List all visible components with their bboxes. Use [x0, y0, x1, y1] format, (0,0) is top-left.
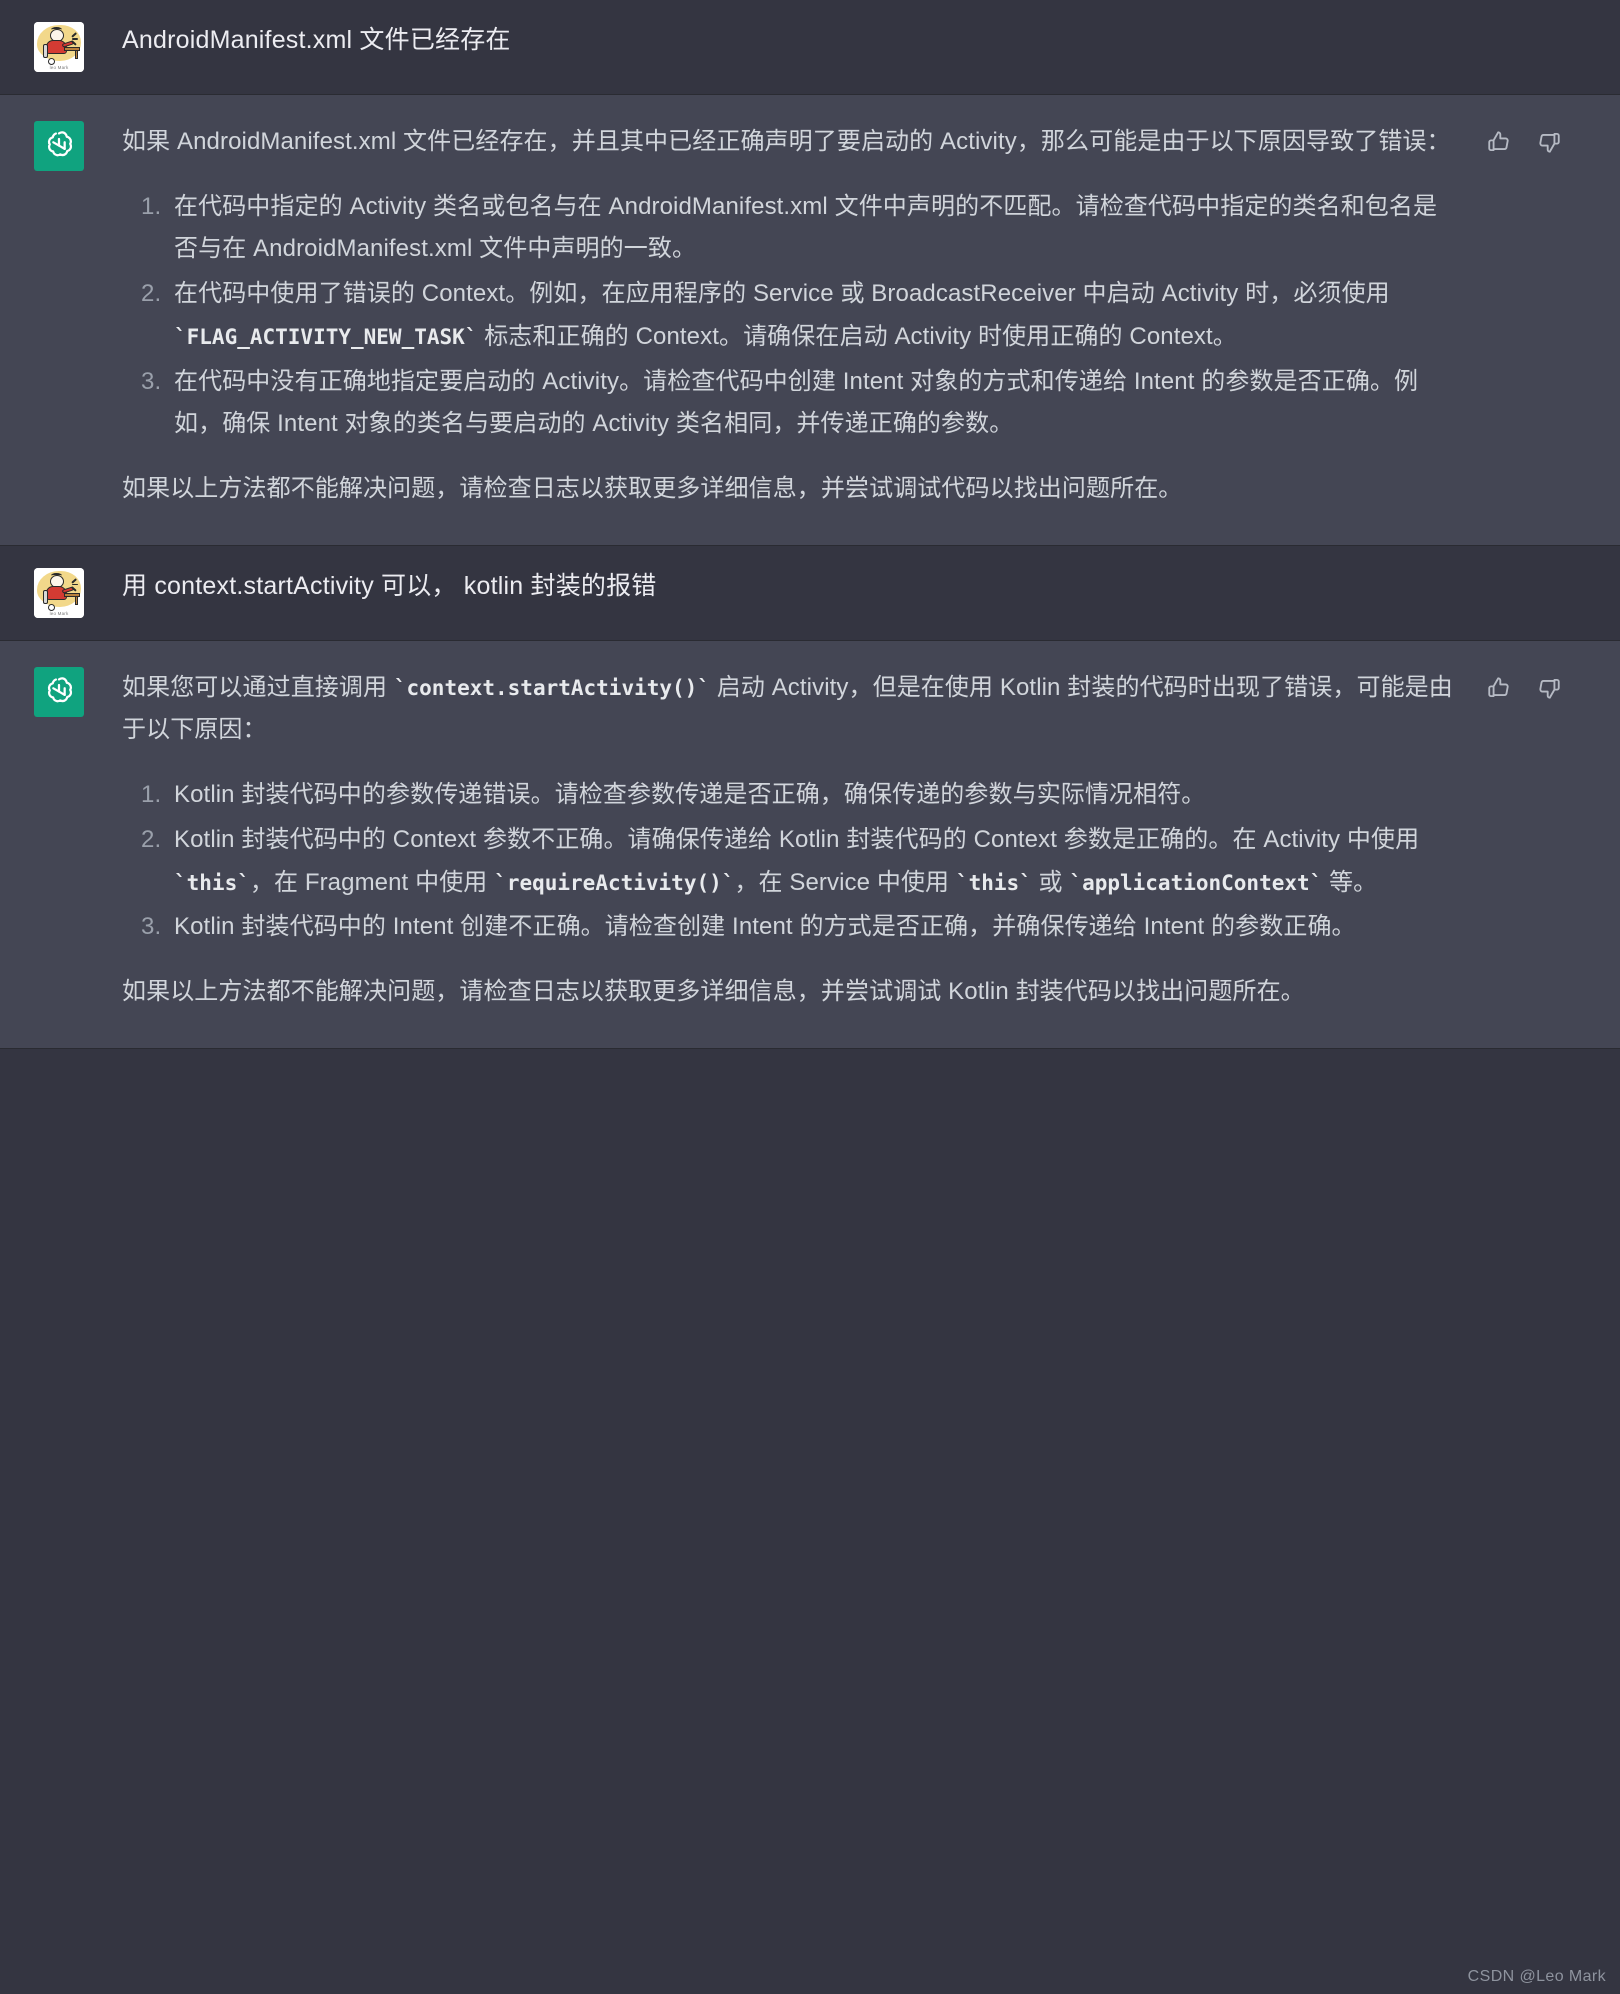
assistant-list-2: Kotlin 封装代码中的参数传递错误。请检查参数传递是否正确，确保传递的参数与…: [122, 774, 1460, 949]
assistant-message-body-1: 如果 AndroidManifest.xml 文件已经存在，并且其中已经正确声明…: [122, 121, 1580, 511]
thumbs-up-icon[interactable]: [1486, 675, 1512, 701]
message-row-user-2: leo Mark 用 context.startActivity 可以， kot…: [0, 545, 1620, 640]
list-item: 在代码中使用了错误的 Context。例如，在应用程序的 Service 或 B…: [168, 273, 1460, 358]
thumbs-up-icon[interactable]: [1486, 129, 1512, 155]
user-avatar: leo Mark: [34, 567, 84, 618]
inline-code: `context.startActivity()`: [393, 675, 710, 700]
assistant-outro-paragraph-2: 如果以上方法都不能解决问题，请检查日志以获取更多详细信息，并尝试调试 Kotli…: [122, 978, 1305, 1006]
list-item: 在代码中没有正确地指定要启动的 Activity。请检查代码中创建 Intent…: [168, 361, 1460, 446]
feedback-controls-2: [1486, 675, 1562, 701]
chat-conversation: leo Mark AndroidManifest.xml 文件已经存在 如果 A…: [0, 0, 1620, 1049]
inline-code: `this`: [174, 870, 250, 895]
message-row-assistant-2: 如果您可以通过直接调用 `context.startActivity()` 启动…: [0, 639, 1620, 1049]
list-item: Kotlin 封装代码中的 Intent 创建不正确。请检查创建 Intent …: [168, 906, 1460, 949]
thumbs-down-icon[interactable]: [1536, 129, 1562, 155]
user-message-body: 用 context.startActivity 可以， kotlin 封装的报错: [122, 568, 1580, 606]
list-item: Kotlin 封装代码中的 Context 参数不正确。请确保传递给 Kotli…: [168, 819, 1460, 904]
user-message-text-2: 用 context.startActivity 可以， kotlin 封装的报错: [122, 571, 657, 600]
user-message-body: AndroidManifest.xml 文件已经存在: [122, 22, 1580, 60]
openai-logo-icon: [42, 675, 76, 709]
assistant-message-body-2: 如果您可以通过直接调用 `context.startActivity()` 启动…: [122, 667, 1580, 1014]
csdn-watermark: CSDN @Leo Mark: [1467, 1968, 1606, 1985]
inline-code: `this`: [955, 870, 1032, 895]
assistant-intro-paragraph-2: 如果您可以通过直接调用 `context.startActivity()` 启动…: [122, 673, 1453, 744]
message-row-user-1: leo Mark AndroidManifest.xml 文件已经存在: [0, 0, 1620, 94]
user-avatar-caption: leo Mark: [49, 610, 69, 616]
inline-code: `applicationContext`: [1069, 870, 1323, 895]
inline-code: `FLAG_ACTIVITY_NEW_TASK`: [174, 324, 478, 349]
list-item: Kotlin 封装代码中的参数传递错误。请检查参数传递是否正确，确保传递的参数与…: [168, 774, 1460, 817]
assistant-intro-paragraph-1: 如果 AndroidManifest.xml 文件已经存在，并且其中已经正确声明…: [122, 128, 1451, 155]
list-item: 在代码中指定的 Activity 类名或包名与在 AndroidManifest…: [168, 186, 1460, 271]
user-avatar-caption: leo Mark: [49, 65, 69, 70]
message-row-assistant-1: 如果 AndroidManifest.xml 文件已经存在，并且其中已经正确声明…: [0, 94, 1620, 546]
user-avatar: leo Mark: [34, 22, 84, 72]
assistant-avatar: [34, 666, 84, 717]
user-message-text-1: AndroidManifest.xml 文件已经存在: [122, 26, 511, 54]
assistant-outro-paragraph-1: 如果以上方法都不能解决问题，请检查日志以获取更多详细信息，并尝试调试代码以找出问…: [122, 475, 1183, 503]
assistant-list-1: 在代码中指定的 Activity 类名或包名与在 AndroidManifest…: [122, 186, 1460, 446]
thumbs-down-icon[interactable]: [1536, 675, 1562, 701]
openai-logo-icon: [42, 129, 76, 163]
assistant-avatar: [34, 121, 84, 171]
inline-code: `requireActivity()`: [494, 870, 735, 895]
feedback-controls-1: [1486, 129, 1562, 155]
